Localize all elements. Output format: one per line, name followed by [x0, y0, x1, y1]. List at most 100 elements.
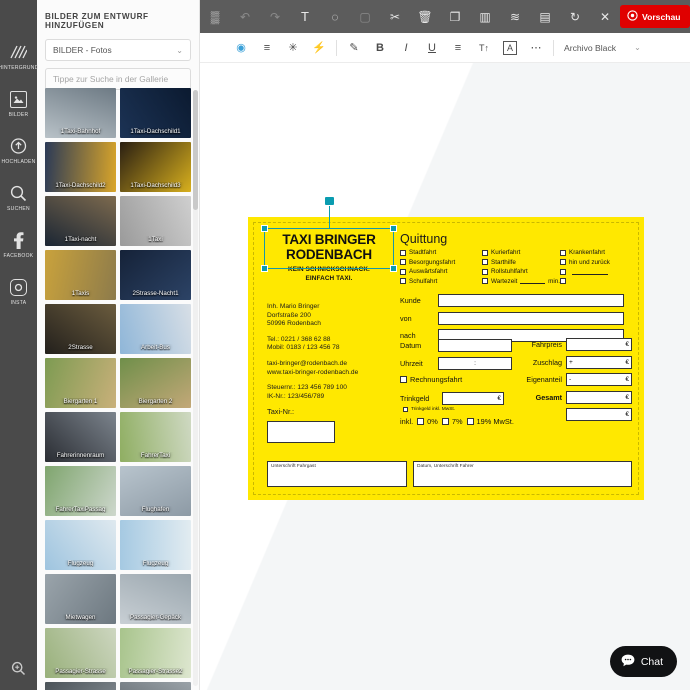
gallery-thumbnail[interactable]: 1Taxi-Dachschild2	[45, 142, 116, 192]
refresh-icon[interactable]: ↻	[560, 0, 590, 33]
gallery-thumbnail[interactable]: FahrerTaxi	[120, 412, 191, 462]
checkbox-box[interactable]	[400, 259, 406, 265]
font-family-select[interactable]: Archivo Black ⌄	[564, 43, 641, 53]
text-icon[interactable]: T	[290, 0, 320, 33]
checkbox-box[interactable]	[417, 418, 425, 425]
taxi-nr-input[interactable]	[267, 420, 335, 443]
italic-icon[interactable]: I	[393, 33, 419, 63]
gallery-thumbnail[interactable]: Flugzeug	[45, 520, 116, 570]
signature-driver[interactable]: Datum, Unterschrift Fahrer	[413, 461, 632, 487]
mwst-checkbox[interactable]: 19% MwSt.	[466, 417, 514, 426]
fahrt-checkbox[interactable]: Stadtfahrt	[400, 249, 482, 256]
mwst-checkbox[interactable]: 7%	[441, 417, 463, 426]
gallery-thumbnail[interactable]: 1Taxi	[120, 196, 191, 246]
gallery-thumbnail[interactable]: Passagier-Strasse	[45, 628, 116, 678]
gallery-thumbnail[interactable]: Flughafen	[120, 466, 191, 516]
resize-handle-tl[interactable]	[261, 225, 268, 232]
gallery-thumbnail[interactable]: Regen-Taxi2	[120, 682, 191, 690]
gallery-search-input[interactable]: Tippe zur Suche in der Gallerie	[45, 68, 191, 90]
checkbox-box[interactable]	[560, 268, 566, 275]
resize-handle-br[interactable]	[390, 265, 397, 272]
bold-icon[interactable]: B	[367, 33, 393, 63]
align-icon[interactable]: ▥	[470, 0, 500, 33]
checkbox-box[interactable]	[560, 259, 566, 265]
pen-icon[interactable]: ✎	[341, 33, 367, 63]
checkbox-box[interactable]	[482, 278, 488, 284]
checkbox-box[interactable]	[441, 418, 449, 425]
layers-icon[interactable]: ≋	[500, 0, 530, 33]
brightness-icon[interactable]: ✳	[280, 33, 306, 63]
form-row-input[interactable]	[438, 294, 624, 307]
save-icon[interactable]: ▤	[530, 0, 560, 33]
gallery-scrollbar-thumb[interactable]	[193, 90, 198, 210]
image-gallery[interactable]: 1Taxi-Bahnhof 1Taxi-Dachschild1 1Taxi-Dach…	[45, 88, 194, 690]
design-canvas[interactable]: TAXI BRINGER RODENBACH KEIN SCHNICKSCHNA…	[200, 63, 690, 690]
checkbox-box[interactable]	[482, 259, 488, 265]
checkbox-box[interactable]	[400, 249, 406, 256]
textbox-icon[interactable]: A	[503, 40, 517, 55]
trinkgeld-input[interactable]: €	[442, 391, 504, 405]
chat-button[interactable]: Chat	[609, 646, 677, 677]
gallery-thumbnail[interactable]: 2Strasse	[45, 304, 116, 354]
paste-icon[interactable]: ▢	[350, 0, 380, 33]
fahrt-checkbox[interactable]: Besorgungsfahrt	[400, 259, 482, 266]
fahrt-checkbox[interactable]: Schulfahrt	[400, 278, 482, 285]
gallery-thumbnail[interactable]: 1Taxis	[45, 250, 116, 300]
duplicate-icon[interactable]: ❐	[440, 0, 470, 33]
trinkgeld-mwst-checkbox[interactable]: Trinkgeld inkl. MwSt.	[403, 407, 522, 412]
checkbox-box[interactable]	[482, 268, 488, 275]
gallery-thumbnail[interactable]: Arbeit-Bus	[120, 304, 191, 354]
undo-icon[interactable]: ↶	[230, 0, 260, 33]
gallery-thumbnail[interactable]: Mietwagen	[45, 574, 116, 624]
more-icon[interactable]: ⋯	[523, 33, 549, 63]
shape-icon[interactable]: ◌	[320, 0, 350, 33]
checkbox-box[interactable]	[403, 407, 408, 412]
gallery-thumbnail[interactable]: FahrerTaxiPassag	[45, 466, 116, 516]
fahrt-checkbox[interactable]: Starthilfe	[482, 259, 560, 266]
qr-grid-icon[interactable]: ▒	[200, 0, 230, 33]
rotate-handle[interactable]	[324, 196, 335, 206]
sidebar-item-hochladen[interactable]: HOCHLADEN	[0, 127, 37, 174]
zoom-magnifier-icon[interactable]	[0, 661, 37, 676]
gallery-thumbnail[interactable]: Biergarten 1	[45, 358, 116, 408]
gallery-thumbnail[interactable]: 1Taxi-Bahnhof	[45, 88, 116, 138]
checkbox-box[interactable]	[560, 249, 566, 256]
price-row-input[interactable]: €	[566, 390, 632, 404]
rechnungsfahrt-checkbox[interactable]: Rechnungsfahrt	[400, 375, 522, 384]
price-row-input[interactable]: - €	[566, 373, 632, 386]
gallery-thumbnail[interactable]: 1Taxi-Dachschild1	[120, 88, 191, 138]
form-row-input[interactable]: :	[438, 356, 512, 370]
sidebar-item-hintergrund[interactable]: HINTERGRUND	[0, 33, 38, 80]
gallery-thumbnail[interactable]: Passagier-Gepäck	[120, 574, 191, 624]
form-row-input[interactable]	[438, 311, 624, 325]
gallery-thumbnail[interactable]: 1Taxi-Dachschild3	[120, 142, 191, 192]
checkbox-box[interactable]	[466, 418, 474, 425]
fahrt-checkbox[interactable]	[560, 278, 628, 285]
color-drop-icon[interactable]: ◉	[228, 33, 254, 63]
delete-icon[interactable]: 🗑	[410, 0, 440, 33]
checkbox-box[interactable]	[400, 268, 406, 275]
mwst-amount-input[interactable]: €	[566, 408, 632, 421]
sidebar-item-insta[interactable]: INSTA	[0, 268, 37, 315]
mwst-checkbox[interactable]: 0%	[417, 417, 438, 426]
gallery-thumbnail[interactable]: Regen-Taxi1	[45, 682, 116, 690]
underline-icon[interactable]: U	[419, 33, 445, 63]
category-select[interactable]: BILDER - Fotos ⌄	[45, 39, 191, 61]
gallery-scrollbar[interactable]	[193, 90, 198, 686]
sidebar-item-facebook[interactable]: FACEBOOK	[0, 221, 37, 268]
fahrt-checkbox[interactable]: Rollstuhlfahrt	[482, 268, 560, 275]
gallery-thumbnail[interactable]: 2Strasse-Nacht1	[120, 250, 191, 300]
font-size-icon[interactable]: T↑	[471, 33, 497, 63]
price-row-input[interactable]: + €	[566, 355, 632, 369]
fahrt-checkbox[interactable]	[560, 268, 628, 275]
gallery-thumbnail[interactable]: Fahrerinnenraum	[45, 412, 116, 462]
sidebar-item-suchen[interactable]: SUCHEN	[0, 174, 37, 221]
lines-icon[interactable]: ≡	[254, 33, 280, 63]
gallery-thumbnail[interactable]: Biergarten 2	[120, 358, 191, 408]
fahrt-checkbox[interactable]: Auswärtsfahrt	[400, 268, 482, 275]
gallery-thumbnail[interactable]: Passagier-Strasse2	[120, 628, 191, 678]
fahrt-checkbox[interactable]: hin und zurück	[560, 259, 628, 266]
selection-box[interactable]	[261, 196, 397, 272]
resize-handle-tr[interactable]	[390, 225, 397, 232]
preview-button[interactable]: Vorschau	[620, 5, 690, 28]
